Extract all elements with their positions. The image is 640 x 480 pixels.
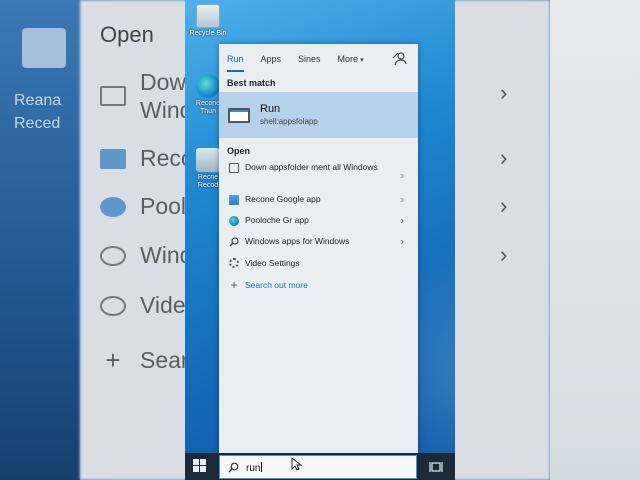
open-heading: Open (227, 146, 251, 156)
background-row: Wind (100, 242, 192, 269)
text-caret (261, 462, 263, 472)
background-row-text: Vide (140, 292, 186, 318)
tab-label: Apps (260, 54, 282, 64)
chevron-right-icon[interactable]: › (401, 170, 404, 181)
background-left-label: Reced (14, 115, 61, 132)
chevron-right-icon[interactable]: › (401, 236, 404, 247)
desktop-icon-label: Recycle Bin (189, 30, 227, 37)
chevron-right-icon: › (500, 242, 508, 267)
plus-icon: + (105, 345, 121, 375)
background-left-strip: Reana Reced (0, 0, 80, 480)
chevron-right-icon[interactable]: › (401, 215, 404, 226)
run-dialog-icon (228, 107, 250, 123)
best-match-subtitle: shell:appsfolapp (260, 117, 318, 126)
tab-apps[interactable]: Apps (261, 44, 282, 74)
edge-icon (100, 196, 126, 217)
window-icon (100, 86, 126, 106)
background-row: Reco (100, 145, 194, 172)
recycle-bin-icon (196, 4, 220, 28)
background-row: + Sear (100, 345, 189, 376)
background-row: Pool (100, 193, 186, 220)
search-menu: Run Apps Sines More ▾ Best match Run shel… (219, 44, 418, 453)
background-row-text: Sear (140, 347, 189, 373)
google-app-icon (100, 148, 126, 169)
background-open-heading: Open (100, 22, 154, 47)
shortcut-icon (196, 148, 220, 172)
background-desktop-icon (22, 28, 66, 68)
search-more-link[interactable]: + Search out more (219, 274, 418, 296)
background-row: Vide (100, 292, 186, 319)
tab-sines[interactable]: Sines (298, 44, 321, 74)
mouse-pointer-icon (291, 457, 303, 471)
chevron-right-icon: › (500, 145, 508, 170)
task-view-button[interactable] (429, 460, 443, 472)
feedback-icon (392, 52, 407, 66)
google-app-icon (229, 194, 239, 205)
list-item-label: Windows apps for Windows (245, 236, 350, 246)
search-icon (228, 462, 239, 473)
gear-icon (229, 258, 239, 268)
background-row-text: Dow (140, 69, 187, 95)
best-match-heading: Best match (227, 78, 276, 88)
list-item[interactable]: Down appsfolder ment all Windows › (219, 162, 418, 189)
edge-icon (229, 215, 239, 226)
tab-label: Sines (298, 54, 321, 64)
list-item[interactable]: Pooloche Gr app › (219, 210, 418, 231)
plus-icon: + (230, 278, 238, 292)
desktop-icon-recycle-bin[interactable]: Recycle Bin (189, 4, 227, 38)
edge-icon (196, 74, 220, 98)
best-match-name: Run (260, 103, 281, 115)
list-item-label: Recone Google app (245, 194, 321, 204)
taskbar-search-input[interactable]: run (219, 455, 417, 479)
chevron-down-icon: ▾ (360, 57, 364, 64)
tab-more[interactable]: More ▾ (338, 44, 364, 74)
tab-label: Run (227, 54, 244, 64)
desktop-icon-label: Recone Thun (195, 100, 221, 115)
search-input-value: run (246, 462, 263, 474)
taskbar: run (185, 453, 455, 480)
tab-run[interactable]: Run (227, 44, 244, 74)
desktop-icon-label: Recne Recod (197, 174, 219, 189)
gear-icon (100, 295, 126, 316)
start-button[interactable] (193, 459, 207, 473)
feedback-button[interactable] (392, 51, 408, 67)
list-item[interactable]: Recone Google app › (219, 189, 418, 210)
chevron-right-icon[interactable]: › (401, 194, 404, 205)
search-icon (100, 245, 126, 266)
list-item[interactable]: Windows apps for Windows › (219, 231, 418, 252)
background-right-strip (550, 0, 640, 480)
chevron-right-icon: › (500, 193, 508, 218)
best-match-result-run[interactable]: Run shell:appsfolapp (219, 92, 418, 138)
list-item-label: Video Settings (245, 257, 300, 268)
background-row-text: Pool (140, 193, 187, 219)
chevron-right-icon: › (500, 80, 508, 105)
list-item-label: Pooloche Gr app (245, 215, 309, 225)
search-tabs: Run Apps Sines More ▾ (219, 44, 418, 74)
task-view-icon (429, 462, 443, 472)
list-item-label: Down appsfolder ment all Windows (245, 162, 378, 172)
window-icon (229, 163, 239, 173)
list-item[interactable]: Video Settings (219, 252, 418, 274)
list-item-label: Search out more (245, 279, 308, 290)
background-row: Dow Wind (100, 68, 192, 124)
tab-label: More (337, 54, 359, 64)
background-left-label: Reana (14, 92, 62, 109)
search-icon (229, 236, 239, 247)
